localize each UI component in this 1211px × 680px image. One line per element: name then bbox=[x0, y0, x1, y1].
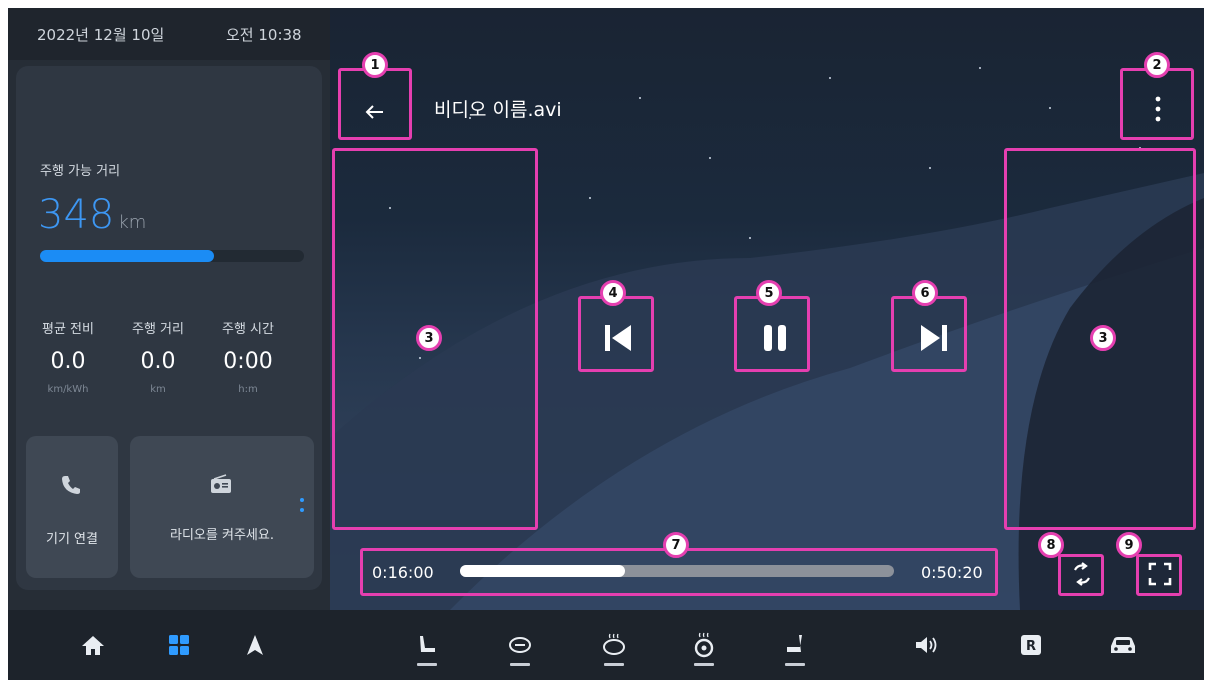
annotation-box bbox=[1058, 554, 1104, 596]
range-label: 주행 가능 거리 bbox=[40, 164, 121, 179]
badge-1: 1 bbox=[362, 52, 388, 78]
badge-8: 8 bbox=[1038, 532, 1064, 558]
page-dot bbox=[300, 498, 304, 502]
stat-title: 주행 거리 bbox=[132, 322, 184, 337]
bottom-nav: R bbox=[8, 610, 1204, 680]
annotation-box bbox=[734, 296, 810, 372]
radio-icon bbox=[210, 474, 232, 498]
stat-distance: 주행 거리 0.0 km bbox=[118, 318, 198, 395]
badge-2: 2 bbox=[1144, 52, 1170, 78]
page-dot bbox=[300, 508, 304, 512]
annotation-box bbox=[1120, 68, 1194, 140]
stat-efficiency: 평균 전비 0.0 km/kWh bbox=[28, 318, 108, 395]
steering-heat-icon[interactable] bbox=[505, 630, 535, 666]
badge-6: 6 bbox=[912, 280, 938, 306]
home-icon[interactable] bbox=[78, 630, 108, 660]
car-icon[interactable] bbox=[1108, 630, 1138, 660]
stat-value: 0.0 bbox=[140, 349, 176, 374]
status-dash bbox=[785, 663, 805, 666]
driving-info-panel: 주행 가능 거리 348 km 평균 전비 0.0 km/kWh 주행 거리 0.… bbox=[16, 66, 322, 590]
stat-value: 0:00 bbox=[223, 349, 273, 374]
badge-4: 4 bbox=[600, 280, 626, 306]
status-dash bbox=[604, 663, 624, 666]
seat-icon[interactable] bbox=[412, 630, 442, 666]
range-bar bbox=[40, 250, 304, 262]
stat-unit: km bbox=[150, 384, 166, 395]
rear-camera-icon[interactable]: R bbox=[1016, 630, 1046, 660]
annotation-box bbox=[578, 296, 654, 372]
seat-vent-icon[interactable] bbox=[780, 630, 810, 666]
badge-7: 7 bbox=[663, 532, 689, 558]
range-value-row: 348 km bbox=[38, 192, 146, 238]
status-dash bbox=[417, 663, 437, 666]
badge-9: 9 bbox=[1116, 532, 1142, 558]
radio-label: 라디오를 켜주세요. bbox=[170, 528, 274, 543]
annotation-box bbox=[338, 68, 412, 140]
status-dash bbox=[694, 663, 714, 666]
status-time: 오전 10:38 bbox=[226, 26, 302, 44]
apps-icon[interactable] bbox=[164, 630, 194, 660]
status-date: 2022년 12월 10일 bbox=[37, 26, 165, 44]
radio-card[interactable]: 라디오를 켜주세요. bbox=[130, 436, 314, 578]
stat-time: 주행 시간 0:00 h:m bbox=[208, 318, 288, 395]
navigation-icon[interactable] bbox=[240, 630, 270, 660]
stat-title: 평균 전비 bbox=[42, 322, 94, 337]
stat-unit: km/kWh bbox=[47, 384, 89, 395]
device-connect-card[interactable]: 기기 연결 bbox=[26, 436, 118, 578]
range-value: 348 bbox=[38, 192, 115, 238]
steering-wheel-heat-icon[interactable] bbox=[689, 630, 719, 666]
screen: 2022년 12월 10일 오전 10:38 주행 가능 거리 348 km 평… bbox=[8, 8, 1204, 680]
svg-text:R: R bbox=[1026, 639, 1036, 654]
phone-icon bbox=[60, 474, 82, 500]
seat-heat-icon[interactable] bbox=[599, 630, 629, 666]
badge-3: 3 bbox=[1090, 325, 1116, 351]
annotation-box bbox=[891, 296, 967, 372]
badge-5: 5 bbox=[756, 280, 782, 306]
device-connect-label: 기기 연결 bbox=[46, 532, 98, 547]
range-bar-fill bbox=[40, 250, 215, 262]
stat-value: 0.0 bbox=[50, 349, 86, 374]
badge-3: 3 bbox=[416, 325, 442, 351]
video-title: 비디오 이름.avi bbox=[434, 99, 562, 121]
volume-icon[interactable] bbox=[912, 630, 942, 660]
status-dash bbox=[510, 663, 530, 666]
stat-unit: h:m bbox=[238, 384, 258, 395]
range-unit: km bbox=[118, 212, 147, 233]
stat-title: 주행 시간 bbox=[222, 322, 274, 337]
annotation-box bbox=[1136, 554, 1182, 596]
